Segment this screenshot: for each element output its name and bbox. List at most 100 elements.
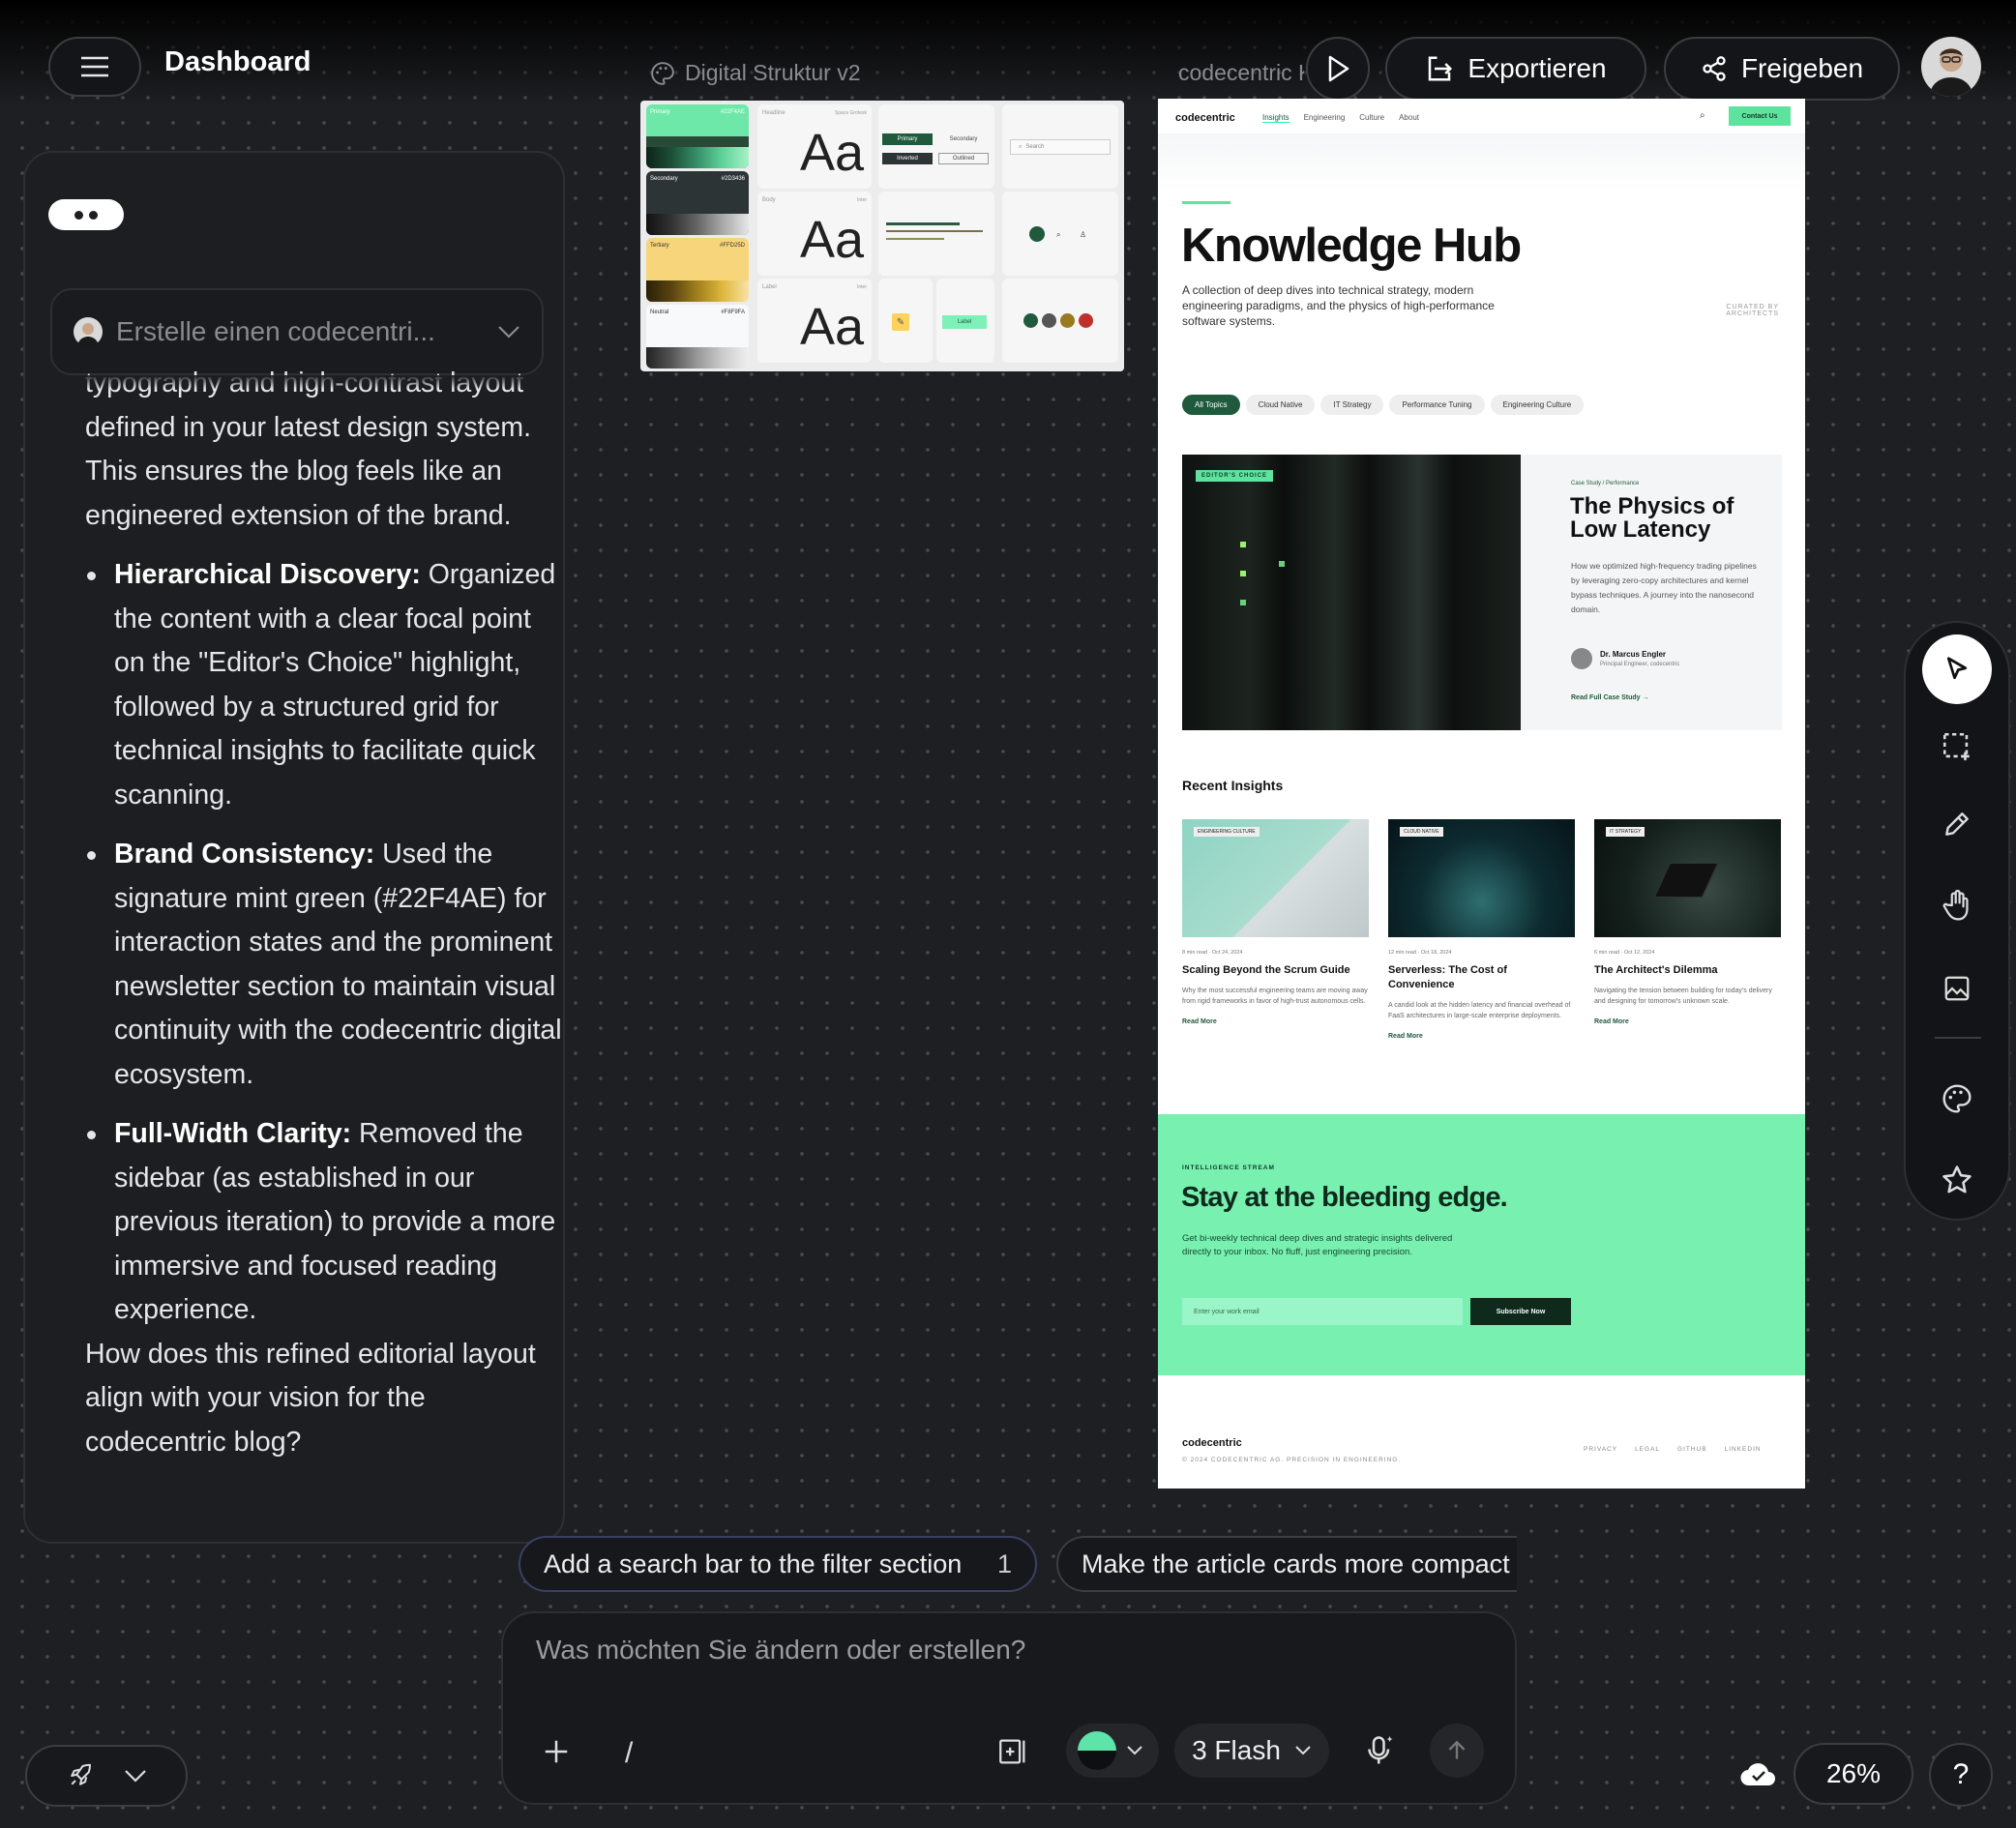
card-image-1[interactable]: ENGINEERING CULTURE: [1182, 819, 1369, 937]
more-options-button[interactable]: [48, 199, 124, 230]
theme-tool-button[interactable]: [1922, 1064, 1992, 1134]
site-nav-link[interactable]: Insights: [1262, 113, 1290, 123]
site-nav-link[interactable]: Culture: [1359, 113, 1384, 123]
newsletter-kicker: INTELLIGENCE STREAM: [1182, 1165, 1275, 1171]
featured-image[interactable]: EDITOR'S CHOICE: [1182, 455, 1521, 730]
share-icon: [1703, 56, 1726, 81]
site-logo[interactable]: codecentric: [1175, 112, 1235, 124]
newsletter-email-input[interactable]: Enter your work email: [1182, 1298, 1463, 1325]
menu-button[interactable]: [48, 37, 141, 97]
site-nav-link[interactable]: Engineering: [1304, 113, 1346, 123]
model-selector[interactable]: 3 Flash: [1174, 1724, 1329, 1778]
favorite-tool-button[interactable]: [1922, 1145, 1992, 1215]
type-sample: Aa: [799, 298, 864, 356]
suggestion-chip[interactable]: Make the article cards more compact: [1056, 1536, 1517, 1592]
recent-insights-title: Recent Insights: [1182, 778, 1284, 793]
footer-link[interactable]: LEGAL: [1635, 1446, 1660, 1453]
card-date: Oct 18, 2024: [1420, 950, 1452, 956]
footer-link[interactable]: PRIVACY: [1584, 1446, 1617, 1453]
footer-link[interactable]: GITHUB: [1677, 1446, 1707, 1453]
search-sample: ⌕ Search: [1002, 104, 1118, 189]
type-headline: Headline Space Grotesk Aa: [757, 104, 872, 189]
suggestion-text: Add a search bar to the filter section: [544, 1548, 963, 1578]
select-tool-button[interactable]: [1922, 634, 1992, 704]
card-image-2[interactable]: CLOUD NATIVE: [1388, 819, 1575, 937]
rocket-icon: [71, 1763, 91, 1785]
card-description: Navigating the tension between building …: [1594, 988, 1772, 1005]
footer-logo[interactable]: codecentric: [1182, 1437, 1242, 1449]
zoom-level-text: 26%: [1825, 1758, 1882, 1788]
read-case-study-link[interactable]: Read Full Case Study →: [1571, 694, 1649, 701]
website-frame[interactable]: codecentric Insights Engineering Culture…: [1158, 99, 1805, 1489]
zoom-level-button[interactable]: 26%: [1794, 1743, 1913, 1805]
card-read-more[interactable]: Read More: [1388, 1033, 1575, 1040]
sample-line: [886, 222, 960, 225]
palette-icon: [651, 61, 674, 85]
website-frame-label[interactable]: codecentric Knowl: [1169, 60, 1304, 86]
type-samples: Headline Space Grotesk Aa Body Inter Aa …: [757, 104, 872, 363]
design-system-frame[interactable]: Primary #22F4AE Secondary #2D3436 Tertia…: [640, 101, 1124, 371]
card-read-more[interactable]: Read More: [1594, 1018, 1781, 1025]
site-search-icon[interactable]: ⌕: [1700, 110, 1705, 121]
avatar[interactable]: [1921, 37, 1981, 97]
type-label: Body: [762, 197, 776, 203]
pan-tool-button[interactable]: [1922, 870, 1992, 940]
theme-selector[interactable]: [1066, 1724, 1159, 1778]
swatch-ramp: [646, 280, 749, 302]
add-attachment-button[interactable]: [542, 1737, 571, 1771]
swatch-ramp: [646, 214, 749, 235]
footer-copyright: © 2024 CODECENTRIC AG. PRECISION IN ENGI…: [1182, 1457, 1402, 1463]
divider-samples: [878, 192, 994, 276]
card-read-time: 6 min read: [1594, 950, 1619, 956]
info-icon: [1042, 313, 1056, 328]
filter-chip[interactable]: Performance Tuning: [1389, 395, 1485, 415]
launch-menu-button[interactable]: [25, 1745, 188, 1807]
subscribe-button[interactable]: Subscribe Now: [1470, 1298, 1571, 1325]
contact-button[interactable]: Contact Us: [1729, 106, 1791, 126]
filter-chip[interactable]: IT Strategy: [1320, 395, 1384, 415]
type-label-row: Label Inter Aa: [757, 279, 872, 363]
prompt-input[interactable]: Was möchten Sie ändern oder erstellen?: [536, 1635, 1025, 1666]
card-tag: ENGINEERING CULTURE: [1194, 827, 1260, 837]
author-avatar: [1571, 648, 1592, 669]
article-card[interactable]: 6 min read · Oct 12, 2024 The Architect'…: [1594, 950, 1781, 1025]
card-read-time: 8 min read: [1182, 950, 1207, 956]
hero-title: Knowledge Hub: [1181, 220, 1522, 272]
add-frame-icon: [999, 1739, 1025, 1764]
design-system-label-text: Digital Struktur v2: [685, 60, 861, 85]
filter-chip[interactable]: All Topics: [1182, 395, 1240, 415]
filter-chip[interactable]: Cloud Native: [1245, 395, 1316, 415]
send-button[interactable]: [1430, 1724, 1484, 1778]
card-read-more[interactable]: Read More: [1182, 1018, 1369, 1025]
play-button[interactable]: [1306, 37, 1370, 101]
chat-panel: Erstelle einen codecentri... typography …: [23, 151, 565, 1544]
footer-link[interactable]: LINKEDIN: [1725, 1446, 1762, 1453]
swatch-ramp: [646, 347, 749, 369]
chevron-down-icon: [498, 326, 519, 339]
help-button[interactable]: ?: [1929, 1743, 1993, 1807]
image-tool-button[interactable]: [1922, 954, 1992, 1023]
site-nav-link[interactable]: About: [1399, 113, 1419, 123]
bullet-text: Used the signature mint green (#22F4AE) …: [114, 839, 562, 1090]
type-label: Headline: [762, 110, 786, 116]
suggestion-chip[interactable]: Add a search bar to the filter section 1: [519, 1536, 1037, 1592]
read-case-study-text: Read Full Case Study: [1571, 694, 1641, 701]
card-title: Scaling Beyond the Scrum Guide: [1182, 964, 1350, 976]
user-icon: ♙: [1080, 230, 1087, 239]
type-sample: Aa: [799, 211, 864, 269]
share-label: Freigeben: [1740, 53, 1864, 83]
add-screen-button[interactable]: [996, 1735, 1029, 1773]
chevron-down-icon: [1295, 1746, 1311, 1755]
export-button[interactable]: Exportieren: [1385, 37, 1646, 101]
voice-input-button[interactable]: [1362, 1733, 1397, 1773]
frame-tool-button[interactable]: [1922, 712, 1992, 781]
slash-command-button[interactable]: /: [625, 1737, 633, 1770]
share-button[interactable]: Freigeben: [1664, 37, 1900, 101]
design-system-frame-label[interactable]: Digital Struktur v2: [650, 60, 861, 86]
filter-chip[interactable]: Engineering Culture: [1490, 395, 1585, 415]
card-image-3[interactable]: IT STRATEGY: [1594, 819, 1781, 937]
draw-tool-button[interactable]: [1922, 789, 1992, 859]
article-card[interactable]: 8 min read · Oct 24, 2024 Scaling Beyond…: [1182, 950, 1369, 1025]
article-card[interactable]: 12 min read · Oct 18, 2024 Serverless: T…: [1388, 950, 1575, 1040]
chevron-down-icon: [125, 1770, 146, 1783]
